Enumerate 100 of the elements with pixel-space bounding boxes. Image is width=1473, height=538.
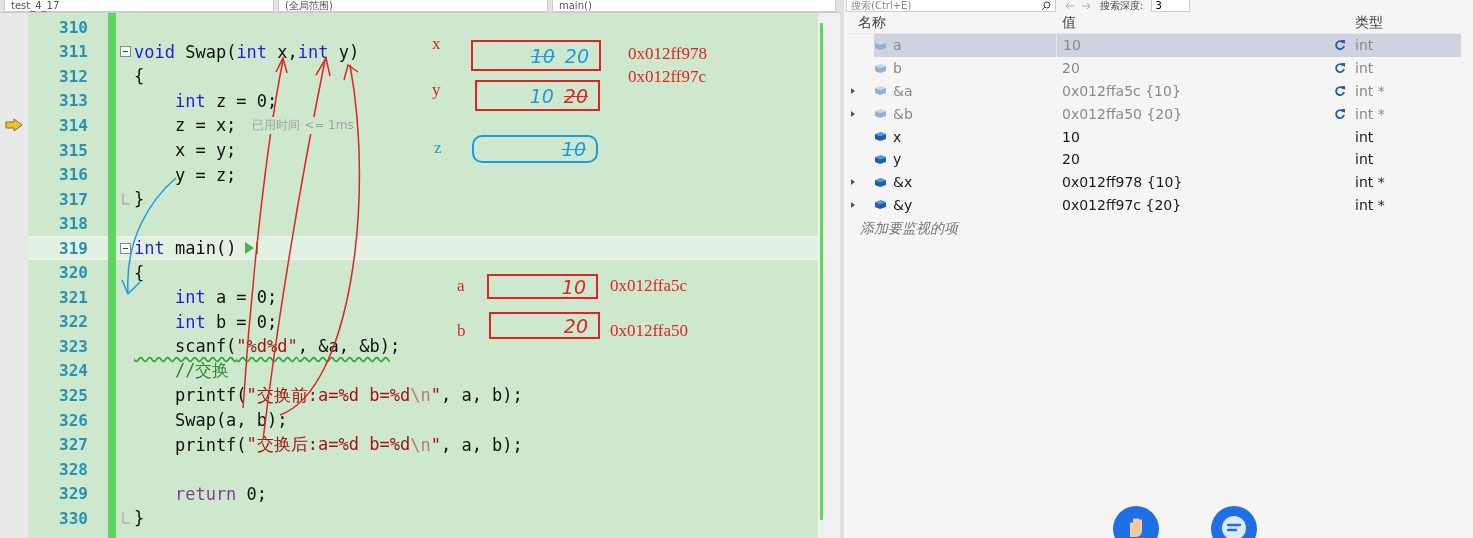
line-number: 322 xyxy=(58,312,89,332)
variable-type: int * xyxy=(1354,83,1386,99)
search-depth-label: 搜索深度: xyxy=(1100,0,1144,13)
variable-name: &a xyxy=(893,83,913,99)
line-number: 324 xyxy=(58,361,89,381)
variable-value: 0x012ff978 {10} xyxy=(1062,174,1183,191)
variable-value: 20 xyxy=(1062,60,1080,77)
line-number: 317 xyxy=(58,189,89,209)
code-line: y = z; xyxy=(173,164,237,185)
code-line: int z = 0; xyxy=(173,90,278,111)
variable-name: &y xyxy=(893,196,913,213)
refresh-icon[interactable] xyxy=(1334,85,1346,97)
line-number: 326 xyxy=(58,410,89,430)
variable-type: int xyxy=(1354,151,1375,168)
refresh-icon[interactable] xyxy=(1334,62,1346,75)
search-icon xyxy=(1041,0,1051,11)
search-depth-dropdown[interactable]: 3 xyxy=(1151,0,1191,12)
handwritten-value: 10 xyxy=(561,275,586,298)
code-line: z = x; xyxy=(173,115,237,136)
code-line: int main() xyxy=(134,238,237,259)
handwritten-value: 10 xyxy=(530,44,555,67)
variable-value: 20 xyxy=(1062,151,1080,168)
code-line: printf("交换后:a=%d b=%d\n", a, b); xyxy=(173,433,523,457)
variable-name: y xyxy=(893,151,902,168)
variable-name: &x xyxy=(893,174,913,191)
address-label: 0x012ffa5c xyxy=(610,276,688,296)
variable-label: z xyxy=(434,138,442,158)
add-watch-placeholder[interactable]: 添加要监视的项 xyxy=(860,220,1473,239)
handwritten-value: 10 xyxy=(529,84,554,107)
column-header[interactable]: 类型 xyxy=(1348,13,1461,32)
line-number: 321 xyxy=(58,287,89,307)
project-dropdown[interactable]: test_4_17 xyxy=(4,0,274,12)
code-line: return 0; xyxy=(173,483,268,504)
variable-name: b xyxy=(893,60,902,77)
scope-dropdown[interactable]: (全局范围) xyxy=(278,0,548,12)
column-header[interactable]: 名称 xyxy=(850,13,1056,32)
code-line: //交换 xyxy=(173,359,230,383)
variable-type: int * xyxy=(1354,174,1386,191)
address-label: 0x012ff978 xyxy=(628,44,707,64)
variable-label: y xyxy=(432,80,441,100)
line-number: 312 xyxy=(58,66,89,86)
code-line: { xyxy=(134,262,145,283)
run-to-click-icon[interactable] xyxy=(244,241,261,256)
code-line: void Swap(int x,int y) xyxy=(134,41,360,62)
line-number: 323 xyxy=(58,336,89,356)
collapse-icon[interactable] xyxy=(119,242,131,254)
variable-name: a xyxy=(893,37,902,54)
search-placeholder: 搜索(Ctrl+E) xyxy=(851,0,912,12)
line-number: 327 xyxy=(58,435,89,455)
handwritten-value: 20 xyxy=(563,84,588,107)
collapse-icon[interactable] xyxy=(119,46,131,58)
line-number: 313 xyxy=(58,91,89,111)
line-number: 311 xyxy=(58,42,89,62)
line-number: 330 xyxy=(58,508,89,528)
expand-icon[interactable] xyxy=(850,87,856,95)
variable-type: int xyxy=(1354,37,1375,54)
address-label: 0x012ff97c xyxy=(628,67,707,87)
code-line: int b = 0; xyxy=(173,311,278,332)
expand-icon[interactable] xyxy=(850,200,856,209)
code-line: } xyxy=(134,189,145,210)
variable-type: int xyxy=(1354,60,1375,77)
expand-icon[interactable] xyxy=(850,109,856,118)
variable-label: x xyxy=(432,34,441,54)
code-line: int a = 0; xyxy=(173,287,278,308)
line-number: 319 xyxy=(58,238,89,258)
variable-value: 0x012ffa50 {20} xyxy=(1062,105,1183,122)
code-line: x = y; xyxy=(173,140,237,160)
handwritten-value: 20 xyxy=(563,314,588,337)
search-field[interactable]: 搜索(Ctrl+E) xyxy=(846,0,1056,12)
variable-value: 10 xyxy=(1062,128,1080,145)
line-number: 314 xyxy=(58,115,89,135)
variable-value: 0x012ff97c {20} xyxy=(1062,196,1182,213)
code-line: } xyxy=(134,508,145,529)
variable-type: int xyxy=(1354,128,1375,145)
line-number: 315 xyxy=(58,140,89,160)
scrollbar[interactable] xyxy=(818,13,840,538)
column-header[interactable]: 值 xyxy=(1056,13,1348,32)
handwritten-value: 20 xyxy=(564,44,589,67)
variable-type: int * xyxy=(1354,105,1386,122)
variable-name: x xyxy=(893,128,902,145)
code-line: { xyxy=(134,66,145,87)
function-dropdown[interactable]: main() xyxy=(552,0,836,12)
address-label: 0x012ffa50 xyxy=(610,321,689,341)
variable-value: 0x012ffa5c {10} xyxy=(1062,83,1181,99)
variable-type: int * xyxy=(1354,196,1386,213)
line-number: 310 xyxy=(58,17,89,37)
variable-label: a xyxy=(457,276,465,296)
line-number: 325 xyxy=(58,385,89,405)
expand-icon[interactable] xyxy=(850,178,856,187)
line-number: 329 xyxy=(58,484,89,504)
line-number: 316 xyxy=(58,165,89,185)
line-number: 318 xyxy=(58,214,89,234)
variable-label: b xyxy=(457,321,466,341)
refresh-icon[interactable] xyxy=(1334,107,1346,120)
refresh-icon[interactable] xyxy=(1334,39,1346,52)
line-number: 328 xyxy=(58,459,89,479)
variable-value: 10 xyxy=(1063,37,1081,54)
line-number: 320 xyxy=(58,263,89,283)
elapsed-time-hint: 已用时间 <= 1ms xyxy=(250,116,356,134)
handwritten-value: 10 xyxy=(561,138,586,160)
